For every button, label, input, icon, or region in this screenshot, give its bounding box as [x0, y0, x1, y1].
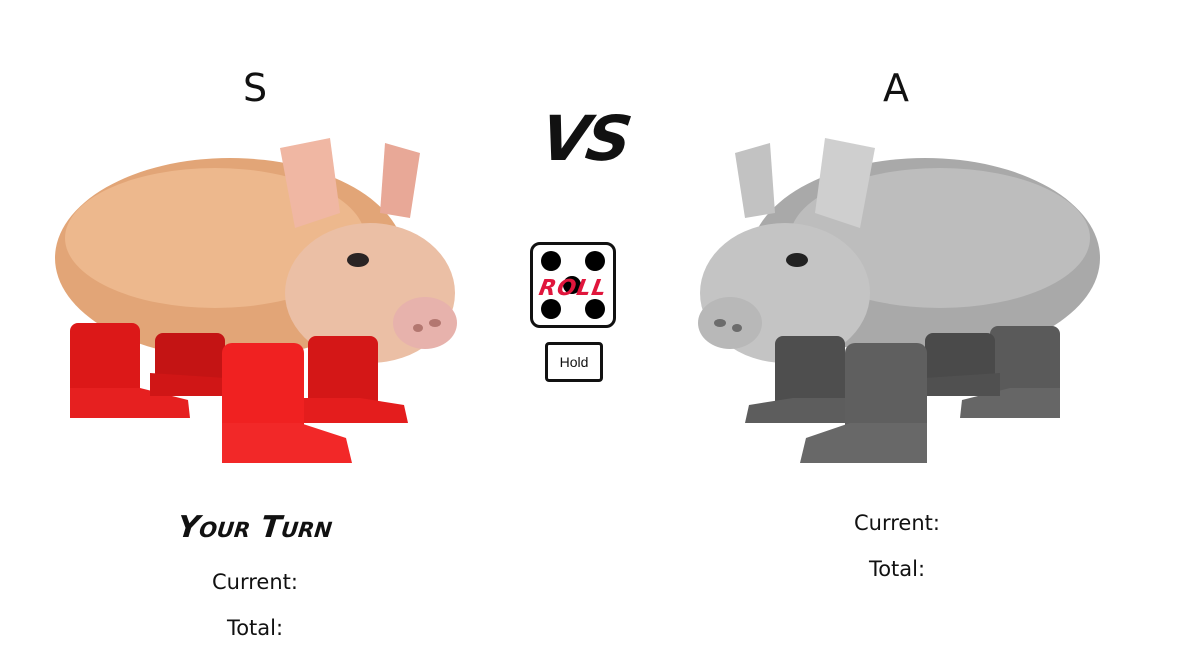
hold-button[interactable]: Hold: [545, 342, 603, 382]
turn-indicator: Your Turn: [175, 510, 335, 545]
roll-die-button[interactable]: ROLL: [530, 242, 616, 328]
die-pip: [585, 251, 605, 271]
roll-label: ROLL: [536, 276, 610, 301]
player-1-pig-icon: [55, 138, 457, 463]
player-1-name: S: [242, 66, 268, 110]
die-pip: [541, 299, 561, 319]
vs-label: VS: [536, 102, 634, 175]
die-pip: [585, 299, 605, 319]
player-2-current-score: Current:: [854, 511, 940, 535]
player-2-total-score: Total:: [868, 557, 926, 581]
player-2-pig-icon: [698, 138, 1100, 463]
player-1-total-score: Total:: [226, 616, 284, 640]
player-2-name: A: [883, 66, 909, 110]
die-pip: [541, 251, 561, 271]
player-1-current-score: Current:: [212, 570, 298, 594]
